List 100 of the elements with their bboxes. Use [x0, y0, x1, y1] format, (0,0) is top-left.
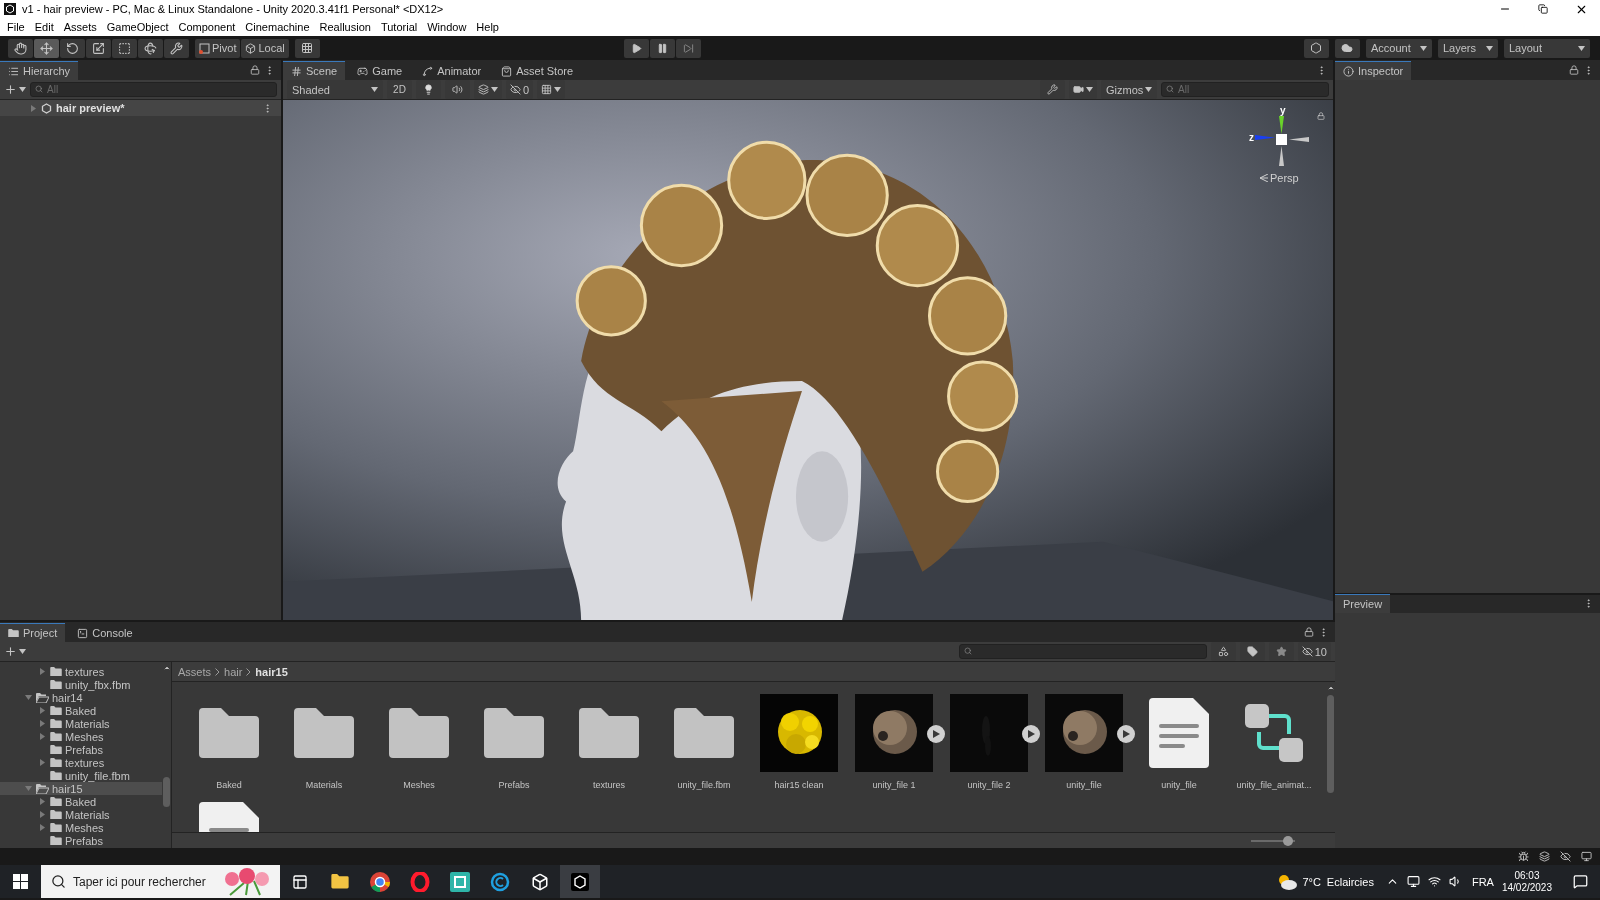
lock-icon[interactable] [1304, 627, 1314, 637]
local-button[interactable]: Local [241, 38, 289, 58]
tree-item[interactable]: Materials [0, 808, 162, 821]
expand-arrow-icon[interactable] [39, 798, 46, 805]
grid-snap-button[interactable] [294, 38, 320, 58]
asset-item[interactable]: unity_file [1045, 694, 1123, 790]
grid-button[interactable] [537, 80, 566, 99]
layers-icon[interactable] [1539, 851, 1550, 862]
favorites-button[interactable] [1268, 642, 1294, 661]
eye-off-icon[interactable] [1560, 851, 1571, 862]
menu-item[interactable]: Reallusion [314, 21, 376, 33]
lock-icon[interactable] [1317, 112, 1325, 120]
effects-button[interactable] [474, 80, 502, 99]
label-filter-button[interactable] [1239, 642, 1265, 661]
asset-item[interactable]: unity_file 1 [855, 694, 933, 790]
monitor-icon[interactable] [1406, 875, 1420, 888]
projection-toggle[interactable]: Persp [1259, 172, 1299, 184]
panel-tab[interactable]: Inspector [1335, 61, 1412, 80]
asset-item[interactable]: unity_file.fbm [665, 694, 743, 790]
menu-item[interactable]: Cinemachine [240, 21, 315, 33]
tree-item[interactable]: Baked [0, 795, 162, 808]
tree-item[interactable]: textures [0, 756, 162, 769]
gizmos-dropdown[interactable]: Gizmos [1101, 80, 1157, 99]
tree-item[interactable]: Prefabs [0, 834, 162, 847]
lock-icon[interactable] [250, 65, 260, 75]
asset-item[interactable]: Prefabs [475, 694, 553, 790]
panel-tab[interactable]: Scene [283, 61, 346, 80]
tree-item[interactable]: unity_file.fbm [0, 769, 162, 782]
hidden-packages-button[interactable]: 10 [1297, 642, 1331, 661]
search-field[interactable] [958, 644, 1207, 659]
scrollbar-thumb[interactable] [163, 777, 170, 807]
camera-button[interactable] [1069, 80, 1097, 99]
asset-item[interactable]: textures [570, 694, 648, 790]
lighting-button[interactable] [416, 80, 441, 99]
cloud-button[interactable] [1335, 38, 1360, 58]
tree-item[interactable]: textures [0, 665, 162, 678]
breadcrumb-link[interactable]: hair [224, 665, 243, 678]
asset-item[interactable]: Baked [190, 694, 268, 790]
hierarchy-item[interactable]: hair preview* [0, 100, 281, 116]
speaker-icon[interactable] [1448, 875, 1462, 888]
language-indicator[interactable]: FRA [1471, 875, 1494, 888]
expand-arrow-icon[interactable] [39, 811, 46, 818]
tool-button[interactable] [112, 38, 137, 58]
tree-item[interactable]: Prefabs [0, 743, 162, 756]
tree-item[interactable]: Meshes [0, 821, 162, 834]
type-filter-button[interactable] [1210, 642, 1236, 661]
expand-arrow-icon[interactable] [25, 694, 32, 701]
tool-button[interactable] [86, 38, 111, 58]
collab-button[interactable] [1304, 38, 1329, 58]
panel-tab[interactable]: Console [69, 623, 141, 642]
panel-tab[interactable]: Preview [1335, 594, 1391, 613]
asset-item[interactable]: Materials [285, 694, 363, 790]
tree-item[interactable]: Baked [0, 704, 162, 717]
monitor-icon[interactable] [1581, 851, 1592, 862]
breadcrumb-link[interactable]: hair15 [255, 665, 288, 678]
asset-item[interactable]: Meshes [380, 694, 458, 790]
tree-item[interactable]: unity_fbx.fbm [0, 678, 162, 691]
pivot-button[interactable]: Pivot [195, 38, 241, 58]
menu-item[interactable]: GameObject [101, 21, 174, 33]
tree-item[interactable]: hair15 [0, 782, 162, 795]
asset-item[interactable]: unity_file [1140, 694, 1218, 790]
play-preview-button[interactable] [1022, 725, 1040, 743]
hidden-objects-button[interactable]: 0 [506, 80, 534, 99]
expand-arrow-icon[interactable] [39, 720, 46, 727]
tree-item[interactable]: hair14 [0, 691, 162, 704]
shading-dropdown[interactable]: Shaded [287, 80, 383, 99]
bug-icon[interactable] [1518, 851, 1529, 862]
expand-arrow-icon[interactable] [39, 759, 46, 766]
menu-item[interactable]: Help [471, 21, 504, 33]
mode-2d-button[interactable]: 2D [387, 80, 412, 99]
dropdown[interactable]: Account [1366, 38, 1432, 58]
search-field[interactable]: All [30, 82, 277, 97]
expand-arrow-icon[interactable] [39, 824, 46, 831]
tree-item[interactable]: Materials [0, 717, 162, 730]
menu-item[interactable]: File [2, 21, 30, 33]
play-button[interactable] [624, 38, 650, 58]
taskbar-search-field[interactable]: Taper ici pour rechercher [41, 865, 280, 898]
panel-tab[interactable]: Game [349, 61, 411, 80]
scroll-up-icon[interactable] [1326, 684, 1335, 692]
dropdown[interactable]: Layers [1438, 38, 1498, 58]
scrollbar-thumb[interactable] [1327, 695, 1334, 793]
panel-tab[interactable]: Hierarchy [0, 61, 79, 80]
expand-arrow-icon[interactable] [39, 668, 46, 675]
expand-arrow-icon[interactable] [39, 707, 46, 714]
play-preview-button[interactable] [927, 725, 945, 743]
menu-item[interactable]: Assets [58, 21, 102, 33]
tool-button[interactable] [164, 38, 189, 58]
asset-item[interactable]: unity_file_animat... [1235, 694, 1313, 790]
tool-button[interactable] [34, 38, 59, 58]
slider-thumb[interactable] [1283, 835, 1294, 846]
pause-button[interactable] [650, 38, 676, 58]
menu-item[interactable]: Component [173, 21, 241, 33]
tool-button[interactable] [8, 38, 33, 58]
clock[interactable]: 06:03 14/02/2023 [1501, 869, 1552, 894]
taskbar-app[interactable] [560, 865, 600, 898]
tool-button[interactable] [60, 38, 85, 58]
tree-item[interactable]: Meshes [0, 730, 162, 743]
panel-tab[interactable]: Animator [414, 61, 490, 80]
tools-button[interactable] [1040, 80, 1065, 99]
breadcrumb-link[interactable]: Assets [178, 665, 211, 678]
